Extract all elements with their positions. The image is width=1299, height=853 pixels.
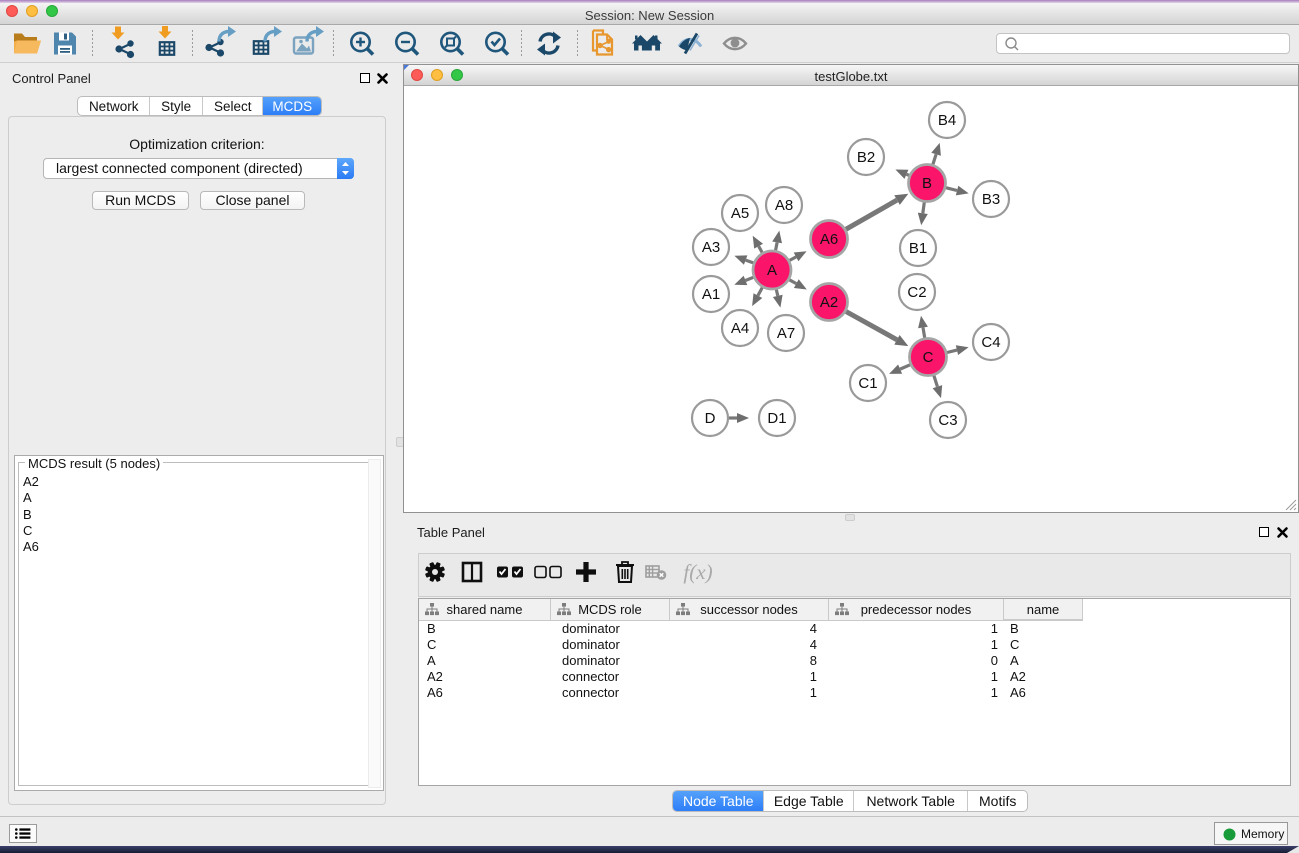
svg-text:C3: C3 bbox=[938, 412, 957, 429]
svg-text:A4: A4 bbox=[731, 320, 749, 337]
svg-text:f(x): f(x) bbox=[683, 560, 712, 584]
svg-text:D: D bbox=[705, 410, 716, 427]
svg-text:B: B bbox=[922, 175, 932, 192]
svg-text:A8: A8 bbox=[775, 197, 793, 214]
svg-text:C1: C1 bbox=[858, 375, 877, 392]
svg-text:B4: B4 bbox=[938, 112, 956, 129]
svg-text:A6: A6 bbox=[820, 231, 838, 248]
svg-text:A3: A3 bbox=[702, 239, 720, 256]
svg-text:B2: B2 bbox=[857, 149, 875, 166]
svg-text:C: C bbox=[923, 349, 934, 366]
svg-text:C2: C2 bbox=[907, 284, 926, 301]
svg-text:B3: B3 bbox=[982, 191, 1000, 208]
svg-text:A5: A5 bbox=[731, 205, 749, 222]
svg-text:A: A bbox=[767, 262, 777, 279]
svg-text:C4: C4 bbox=[981, 334, 1000, 351]
svg-text:A2: A2 bbox=[820, 294, 838, 311]
svg-text:D1: D1 bbox=[767, 410, 786, 427]
svg-text:A1: A1 bbox=[702, 286, 720, 303]
svg-text:B1: B1 bbox=[909, 240, 927, 257]
svg-text:A7: A7 bbox=[777, 325, 795, 342]
